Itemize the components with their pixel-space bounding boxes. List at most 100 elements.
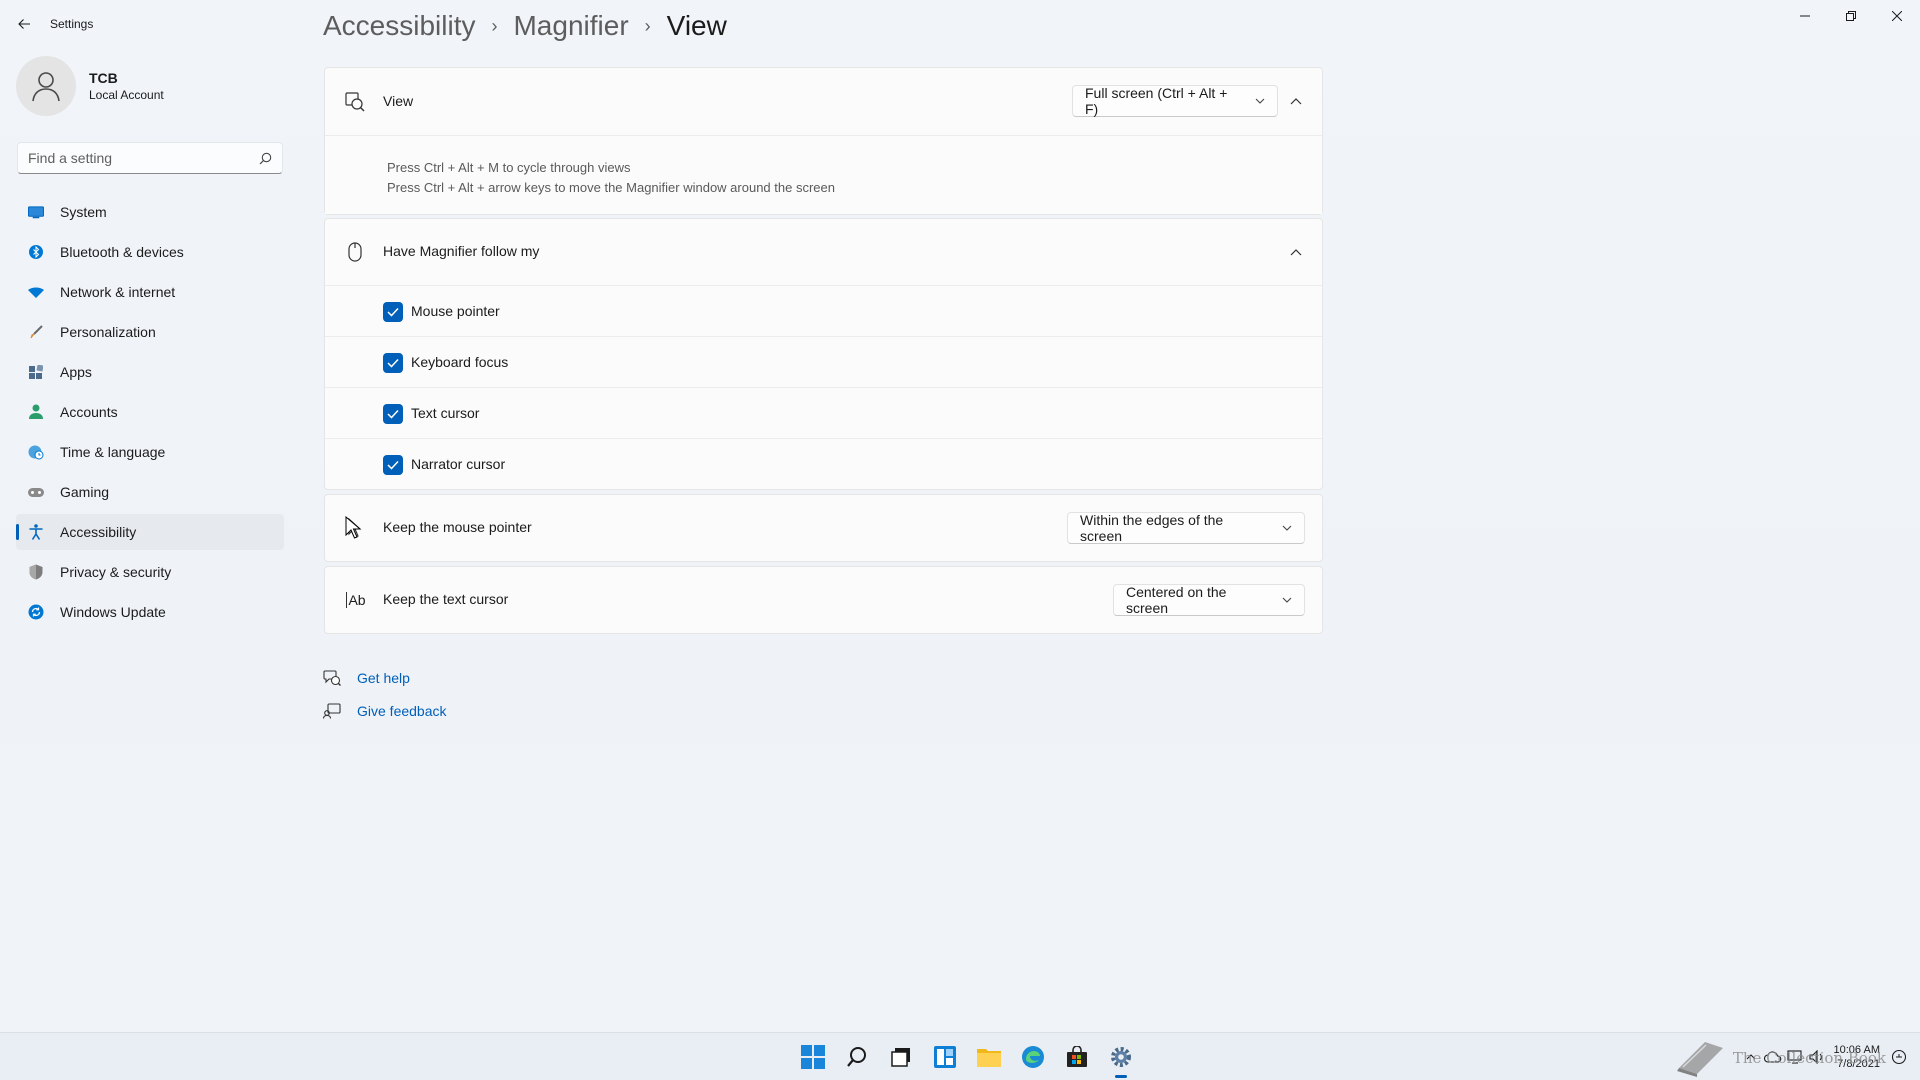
- search-icon[interactable]: [259, 152, 272, 165]
- bluetooth-icon: [28, 244, 44, 260]
- follow-option-narrator-cursor[interactable]: Narrator cursor: [325, 438, 1322, 489]
- taskbar: 10:06 AM 7/8/2021: [0, 1032, 1920, 1080]
- follow-card: Have Magnifier follow my Mouse pointer K…: [324, 218, 1323, 490]
- edge-browser-button[interactable]: [1011, 1033, 1055, 1080]
- sidebar-item-bluetooth[interactable]: Bluetooth & devices: [16, 234, 284, 270]
- settings-app-button[interactable]: [1099, 1033, 1143, 1080]
- person-silhouette-icon: [32, 72, 60, 102]
- mouse-cursor-icon: [345, 516, 361, 539]
- profile-account-type: Local Account: [89, 88, 164, 102]
- help-chat-icon: [323, 669, 341, 687]
- sidebar-item-gaming[interactable]: Gaming: [16, 474, 284, 510]
- back-arrow-icon: [18, 19, 30, 29]
- apps-icon: [28, 364, 44, 380]
- checkbox-label: Keyboard focus: [411, 354, 509, 370]
- restore-button[interactable]: [1828, 0, 1874, 32]
- file-explorer-button[interactable]: [967, 1033, 1011, 1080]
- user-profile[interactable]: TCB Local Account: [16, 56, 164, 116]
- search-input[interactable]: [28, 150, 259, 166]
- task-view-button[interactable]: [879, 1033, 923, 1080]
- store-button[interactable]: [1055, 1033, 1099, 1080]
- breadcrumb-accessibility[interactable]: Accessibility: [323, 10, 475, 42]
- minimize-button[interactable]: [1782, 0, 1828, 32]
- chevron-right-icon: ›: [644, 15, 651, 36]
- sidebar-item-time-language[interactable]: Time & language: [16, 434, 284, 470]
- watermark-text: The Collection Book: [1732, 1049, 1886, 1067]
- text-cursor-card: Ab Keep the text cursor Centered on the …: [324, 566, 1323, 634]
- taskbar-search-button[interactable]: [835, 1033, 879, 1080]
- avatar: [16, 56, 76, 116]
- gear-icon: [1111, 1047, 1131, 1067]
- profile-name: TCB: [89, 70, 118, 86]
- sidebar-item-system[interactable]: System: [16, 194, 284, 230]
- checked-checkbox-icon[interactable]: [383, 353, 403, 373]
- checkbox-label: Mouse pointer: [411, 303, 500, 319]
- sidebar-item-label: Accessibility: [60, 524, 137, 540]
- shield-icon: [28, 564, 44, 580]
- monitor-icon: [28, 204, 44, 220]
- close-button[interactable]: [1874, 0, 1920, 32]
- sidebar-item-apps[interactable]: Apps: [16, 354, 284, 390]
- get-help-link[interactable]: Get help: [323, 666, 447, 690]
- get-help-label: Get help: [357, 670, 410, 686]
- view-card: View Full screen (Ctrl + Alt + F) Press …: [324, 67, 1323, 215]
- sidebar-item-personalization[interactable]: Personalization: [16, 314, 284, 350]
- view-collapse-button[interactable]: [1282, 87, 1310, 115]
- mouse-pointer-row[interactable]: Keep the mouse pointer Within the edges …: [325, 495, 1322, 561]
- sidebar-item-label: System: [60, 204, 107, 220]
- breadcrumb-magnifier[interactable]: Magnifier: [513, 10, 628, 42]
- sidebar-item-network[interactable]: Network & internet: [16, 274, 284, 310]
- app-title: Settings: [50, 17, 94, 31]
- view-mode-value: Full screen (Ctrl + Alt + F): [1085, 85, 1228, 117]
- view-row[interactable]: View Full screen (Ctrl + Alt + F): [325, 68, 1322, 135]
- search-box: [17, 142, 283, 174]
- sidebar-item-accounts[interactable]: Accounts: [16, 394, 284, 430]
- folder-icon: [977, 1049, 1001, 1067]
- feedback-icon: [323, 702, 341, 720]
- sidebar-item-accessibility[interactable]: Accessibility: [16, 514, 284, 550]
- checkbox-label: Narrator cursor: [411, 456, 506, 472]
- windows-logo-icon: [801, 1045, 825, 1069]
- widgets-icon: [934, 1046, 956, 1068]
- minimize-icon: [1800, 15, 1810, 17]
- start-button[interactable]: [791, 1033, 835, 1080]
- sidebar-item-windows-update[interactable]: Windows Update: [16, 594, 284, 630]
- wifi-icon: [28, 284, 44, 300]
- mouse-pointer-dropdown[interactable]: Within the edges of the screen: [1067, 512, 1305, 544]
- follow-option-mouse-pointer[interactable]: Mouse pointer: [325, 285, 1322, 336]
- sidebar-item-label: Gaming: [60, 484, 110, 500]
- close-icon: [1892, 11, 1902, 21]
- store-bag-icon: [1067, 1046, 1087, 1067]
- give-feedback-link[interactable]: Give feedback: [323, 699, 447, 723]
- notifications-button[interactable]: [1888, 1046, 1910, 1068]
- follow-row[interactable]: Have Magnifier follow my: [325, 219, 1322, 285]
- back-button[interactable]: [12, 12, 36, 36]
- settings-window: Settings TCB Local Account Find a settin…: [0, 0, 1920, 1032]
- view-label: View: [383, 93, 414, 109]
- follow-option-keyboard-focus[interactable]: Keyboard focus: [325, 336, 1322, 387]
- follow-option-text-cursor[interactable]: Text cursor: [325, 387, 1322, 438]
- sidebar-item-label: Windows Update: [60, 604, 166, 620]
- text-cursor-label: Keep the text cursor: [383, 591, 509, 607]
- widgets-button[interactable]: [923, 1033, 967, 1080]
- restore-icon: [1846, 11, 1856, 21]
- book-logo-icon: [1676, 1042, 1723, 1077]
- follow-collapse-button[interactable]: [1282, 238, 1310, 266]
- sidebar-item-label: Apps: [60, 364, 92, 380]
- sidebar-item-privacy[interactable]: Privacy & security: [16, 554, 284, 590]
- mouse-icon: [343, 240, 367, 264]
- person-icon: [28, 404, 44, 420]
- sidebar-item-label: Bluetooth & devices: [60, 244, 184, 260]
- view-mode-dropdown[interactable]: Full screen (Ctrl + Alt + F): [1072, 85, 1278, 117]
- help-links: Get help Give feedback: [323, 666, 447, 732]
- text-cursor-icon: Ab: [346, 592, 366, 608]
- hint-cycle-views: Press Ctrl + Alt + M to cycle through vi…: [387, 160, 631, 175]
- checked-checkbox-icon[interactable]: [383, 404, 403, 424]
- sidebar-item-label: Privacy & security: [60, 564, 172, 580]
- chevron-down-icon: [1282, 597, 1292, 603]
- text-cursor-row[interactable]: Ab Keep the text cursor Centered on the …: [325, 567, 1322, 633]
- edge-icon: [1022, 1046, 1044, 1068]
- text-cursor-dropdown[interactable]: Centered on the screen: [1113, 584, 1305, 616]
- checked-checkbox-icon[interactable]: [383, 302, 403, 322]
- checked-checkbox-icon[interactable]: [383, 455, 403, 475]
